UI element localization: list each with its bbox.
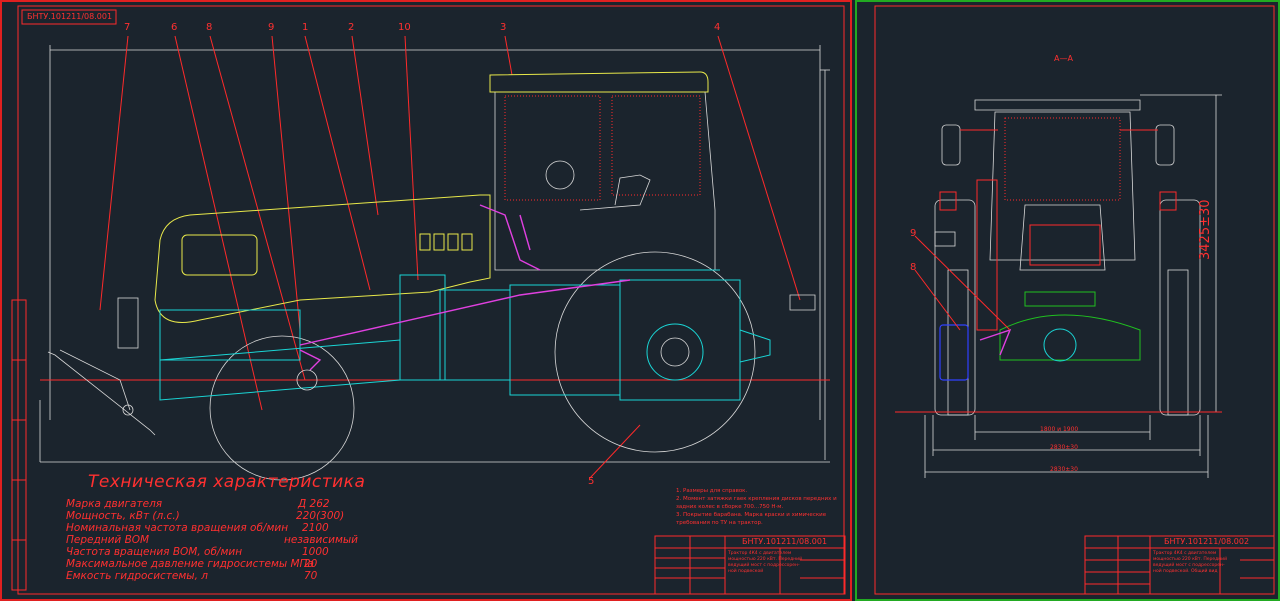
callout-5: 5: [588, 476, 595, 487]
title-block-left-code: БНТУ.101211/08.001: [742, 537, 828, 546]
corner-stamp: БНТУ.101211/08.001: [27, 12, 113, 21]
callout-7: 7: [124, 22, 131, 33]
callout-9-right: 9: [910, 228, 917, 239]
rear-wheel: [554, 251, 756, 453]
callout-8: 8: [206, 22, 213, 33]
spec-value-power: 220(300): [296, 510, 345, 522]
dim-track-text: 1800 и 1900: [1040, 426, 1079, 433]
leader-9-right: [914, 235, 1011, 331]
tractor-front-view: [934, 99, 1201, 416]
title-block-left-desc-4: ной подвеской: [728, 569, 764, 574]
spec-label-capacity: Емкость гидросистемы, л: [66, 570, 208, 582]
front-hitch: [47, 297, 156, 436]
leader-8-right: [914, 269, 961, 331]
spec-label-pto-rpm: Частота вращения ВОМ, об/мин: [66, 546, 243, 558]
side-strip: [11, 299, 27, 591]
spec-value-capacity: 70: [304, 570, 318, 582]
spec-title: Техническая характеристика: [88, 472, 366, 492]
title-block-right-desc-4: ной подвеской. Общий вид: [1153, 569, 1218, 574]
hydraulic-lines: [299, 204, 631, 371]
title-block-right-desc-2: мощностью 220 кВт. Передний: [1153, 557, 1228, 562]
spec-label-pressure: Максимальное давление гидросистемы МПа: [66, 558, 314, 570]
callout-10: 10: [398, 22, 411, 33]
rear-hitch: [789, 294, 816, 311]
front-wheel: [209, 335, 355, 481]
spec-label-pto: Передний ВОМ: [66, 534, 150, 546]
note-line-5: требования по ТУ на трактор.: [676, 520, 763, 526]
title-block-left-desc-1: Трактор 4К4 с двигателем: [728, 551, 792, 556]
rear-hub: [660, 337, 690, 367]
title-block-right-desc-3: ведущий мост с подрессорен-: [1153, 563, 1225, 568]
spec-label-rpm: Номинальная частота вращения об/мин: [66, 522, 289, 534]
title-block-right-code: БНТУ.101211/08.002: [1164, 537, 1250, 546]
spec-label-engine: Марка двигателя: [66, 498, 163, 510]
spec-value-engine: Д 262: [298, 498, 330, 510]
dim-width-text-2: 2830±30: [1050, 466, 1078, 473]
dim-height-text: 3425±30: [1198, 199, 1213, 260]
title-block-left-desc-2: мощностью 220 кВт. Передний: [728, 557, 803, 562]
dim-width-text-1: 2830±30: [1050, 444, 1078, 451]
spec-value-pto: независимый: [284, 534, 358, 546]
callout-3: 3: [500, 22, 507, 33]
section-label: А—А: [1054, 54, 1073, 63]
note-line-3: задних колес в сборке 700...750 Н·м.: [676, 504, 784, 510]
spec-value-pressure: 20: [304, 558, 318, 570]
spec-value-pto-rpm: 1000: [302, 546, 329, 558]
callout-leaders-left: [99, 35, 801, 479]
callout-4: 4: [714, 22, 721, 33]
title-block-left-desc-3: ведущий мост с подрессорен-: [728, 563, 800, 568]
title-block-right-desc-1: Трактор 4К4 с двигателем: [1153, 551, 1217, 556]
spec-value-rpm: 2100: [302, 522, 329, 534]
note-line-2: 2. Момент затяжки гаек крепления дисков …: [676, 496, 837, 502]
note-line-1: 1. Размеры для справок.: [676, 488, 748, 494]
drawing-canvas: [11, 5, 1275, 595]
spec-label-power: Мощность, кВт (л.с.): [66, 510, 180, 522]
callout-8-right: 8: [910, 262, 917, 273]
callout-1: 1: [302, 22, 309, 33]
callout-2: 2: [348, 22, 355, 33]
callout-9: 9: [268, 22, 275, 33]
callout-6: 6: [171, 22, 178, 33]
note-line-4: 3. Покрытие барабана. Марка краски и хим…: [676, 512, 827, 518]
cab-roof: [489, 71, 709, 93]
